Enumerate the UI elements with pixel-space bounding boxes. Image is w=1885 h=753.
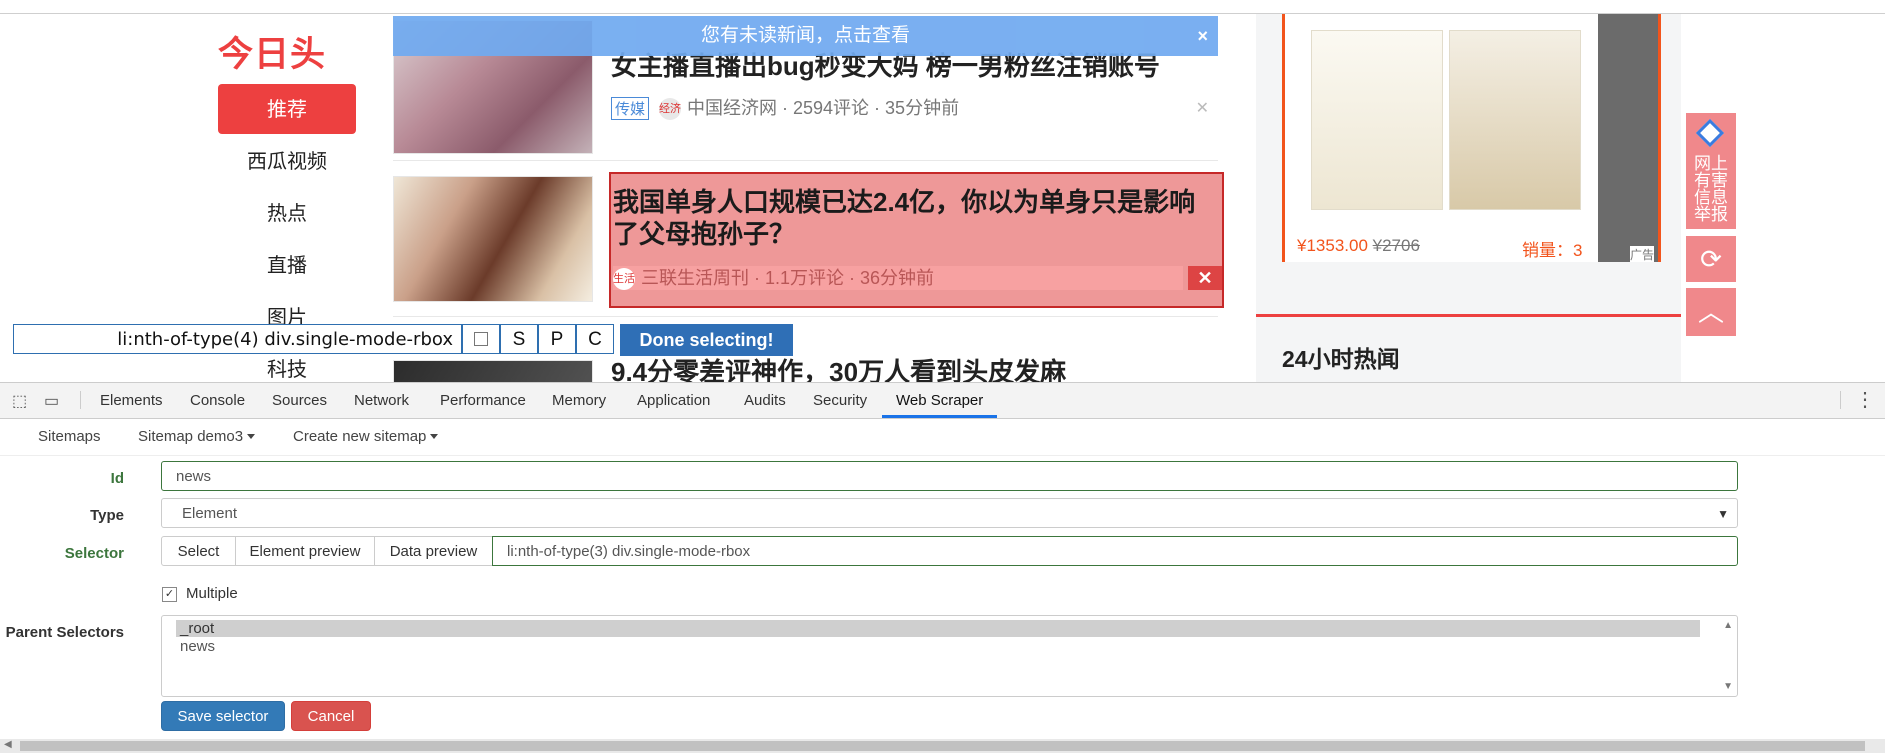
type-label: Type	[90, 507, 124, 524]
feed-title[interactable]: 9.4分零差评神作，30万人看到头皮发麻	[611, 356, 1066, 382]
close-icon[interactable]: ✕	[1188, 266, 1222, 290]
unread-news-banner[interactable]: 您有未读新闻，点击查看 ×	[393, 16, 1218, 56]
ad-product-image	[1311, 30, 1443, 210]
feed-item[interactable]: 9.4分零差评神作，30万人看到头皮发麻	[393, 356, 1219, 382]
dismiss-icon[interactable]: ✕	[1196, 98, 1209, 118]
tab-web-scraper[interactable]: Web Scraper	[882, 383, 998, 418]
more-options-icon[interactable]: ⋮	[1855, 387, 1875, 412]
tab-application[interactable]: Application	[637, 383, 710, 418]
device-toolbar-icon[interactable]: ▭	[44, 391, 59, 411]
multiple-checkbox[interactable]: ✓	[162, 587, 177, 602]
ad-product-image	[1449, 30, 1581, 210]
chevron-down-icon: ▼	[1717, 507, 1729, 521]
create-sitemap-dropdown[interactable]: Create new sitemap	[293, 419, 439, 455]
chevron-up-icon: ︿	[1697, 297, 1724, 327]
inspect-element-icon[interactable]: ⬚	[12, 391, 27, 411]
hot-news-panel: 24小时热闻	[1256, 262, 1681, 382]
selector-preview-input[interactable]: li:nth-of-type(4) div.single-mode-rbox	[13, 324, 462, 354]
back-to-top-button[interactable]: ︿	[1686, 288, 1736, 336]
report-button[interactable]: 网上有害信息举报	[1686, 113, 1736, 229]
tab-audits[interactable]: Audits	[744, 383, 786, 418]
multiple-label: Multiple	[186, 585, 238, 602]
scrollbar-thumb[interactable]	[20, 741, 1865, 751]
scraper-nav: Sitemaps Sitemap demo3 Create new sitema…	[0, 419, 1885, 456]
select-s-button[interactable]: S	[500, 324, 538, 354]
id-input[interactable]: news	[161, 461, 1738, 491]
selector-label: Selector	[64, 545, 124, 562]
devtools-tab-bar: ⬚ ▭ Elements Console Sources Network Per…	[0, 383, 1885, 419]
scroll-down-icon[interactable]: ▼	[1723, 681, 1733, 692]
enable-key-toggle[interactable]	[462, 324, 500, 354]
save-selector-button[interactable]: Save selector	[161, 701, 285, 731]
selected-element-highlight[interactable]: 我国单身人口规模已达2.4亿，你以为单身只是影响了父母抱孙子？ 生活 三联生活周刊…	[609, 172, 1224, 308]
feed-thumbnail[interactable]	[393, 176, 593, 302]
ad-price: ¥1353.00 ¥2706	[1297, 236, 1420, 255]
tab-network[interactable]: Network	[354, 383, 409, 418]
feed-meta-text: 三联生活周刊 · 1.1万评论 · 36分钟前	[641, 268, 935, 288]
horizontal-scrollbar[interactable]: ◀	[0, 739, 1885, 753]
devtools-panel: ⬚ ▭ Elements Console Sources Network Per…	[0, 382, 1885, 753]
parent-selectors-label: Parent Selectors	[5, 624, 124, 641]
tab-console[interactable]: Console	[190, 383, 245, 418]
tab-sources[interactable]: Sources	[272, 383, 327, 418]
tab-performance[interactable]: Performance	[440, 383, 526, 418]
parent-selectors-list[interactable]: _root news ▲ ▼	[161, 615, 1738, 697]
ad-card[interactable]: ¥1353.00 ¥2706 销量：3 广告	[1282, 14, 1661, 265]
tab-memory[interactable]: Memory	[552, 383, 606, 418]
parent-option-root[interactable]: _root	[176, 620, 1700, 637]
category-tag[interactable]: 传媒	[611, 97, 650, 120]
id-label: Id	[110, 470, 124, 487]
sitemaps-link[interactable]: Sitemaps	[38, 419, 101, 455]
caret-down-icon	[247, 434, 256, 439]
source-avatar-icon: 生活	[613, 268, 635, 291]
hot-news-title: 24小时热闻	[1282, 346, 1400, 372]
element-preview-button[interactable]: Element preview	[235, 536, 375, 566]
data-preview-button[interactable]: Data preview	[374, 536, 493, 566]
feed-meta-text: 中国经济网 · 2594评论 · 35分钟前	[687, 98, 960, 118]
nav-item-xigua[interactable]: 西瓜视频	[218, 136, 356, 188]
type-select[interactable]: Element ▼	[161, 498, 1738, 528]
feed-meta: 传媒 经济 中国经济网 · 2594评论 · 35分钟前	[611, 94, 960, 121]
checkbox-icon	[474, 332, 488, 346]
select-p-button[interactable]: P	[538, 324, 576, 354]
tab-separator	[80, 391, 81, 409]
scroll-up-icon[interactable]: ▲	[1723, 620, 1733, 631]
ad-product-image	[1598, 14, 1658, 262]
done-selecting-button[interactable]: Done selecting!	[620, 324, 793, 356]
select-c-button[interactable]: C	[576, 324, 614, 354]
banner-text: 您有未读新闻，点击查看	[700, 25, 910, 46]
feed-divider	[393, 316, 1218, 317]
parent-option-news[interactable]: news	[176, 638, 1700, 655]
nav-item-live[interactable]: 直播	[218, 240, 356, 292]
site-logo[interactable]: 今日头条	[218, 26, 354, 125]
feed-meta: 生活 三联生活周刊 · 1.1万评论 · 36分钟前	[613, 266, 1183, 291]
caret-down-icon	[430, 434, 439, 439]
hot-news-rule	[1256, 314, 1681, 317]
feed-thumbnail[interactable]	[393, 360, 593, 382]
feed-title[interactable]: 我国单身人口规模已达2.4亿，你以为单身只是影响了父母抱孙子？	[613, 186, 1213, 250]
close-icon[interactable]: ×	[1197, 16, 1208, 56]
scroll-left-icon[interactable]: ◀	[4, 739, 12, 750]
tab-security[interactable]: Security	[813, 383, 867, 418]
cancel-button[interactable]: Cancel	[291, 701, 371, 731]
ad-sales: 销量：3	[1522, 241, 1583, 260]
select-button[interactable]: Select	[161, 536, 236, 566]
refresh-icon: ⟳	[1700, 244, 1722, 274]
tab-elements[interactable]: Elements	[100, 383, 163, 418]
feed-divider	[393, 160, 1218, 161]
selector-input[interactable]: li:nth-of-type(3) div.single-mode-rbox	[492, 536, 1738, 566]
ad-label: 广告	[1629, 246, 1654, 262]
nav-item-recommend[interactable]: 推荐	[218, 84, 356, 134]
sitemap-dropdown[interactable]: Sitemap demo3	[138, 419, 256, 455]
webpage-viewport: 今日头条 推荐 西瓜视频 热点 直播 图片 科技 女主播直播出bug秒变大妈 榜…	[0, 0, 1885, 382]
source-avatar-icon: 经济	[659, 98, 682, 121]
tab-separator	[1840, 391, 1841, 409]
refresh-button[interactable]: ⟳	[1686, 236, 1736, 282]
nav-item-hot[interactable]: 热点	[218, 188, 356, 240]
